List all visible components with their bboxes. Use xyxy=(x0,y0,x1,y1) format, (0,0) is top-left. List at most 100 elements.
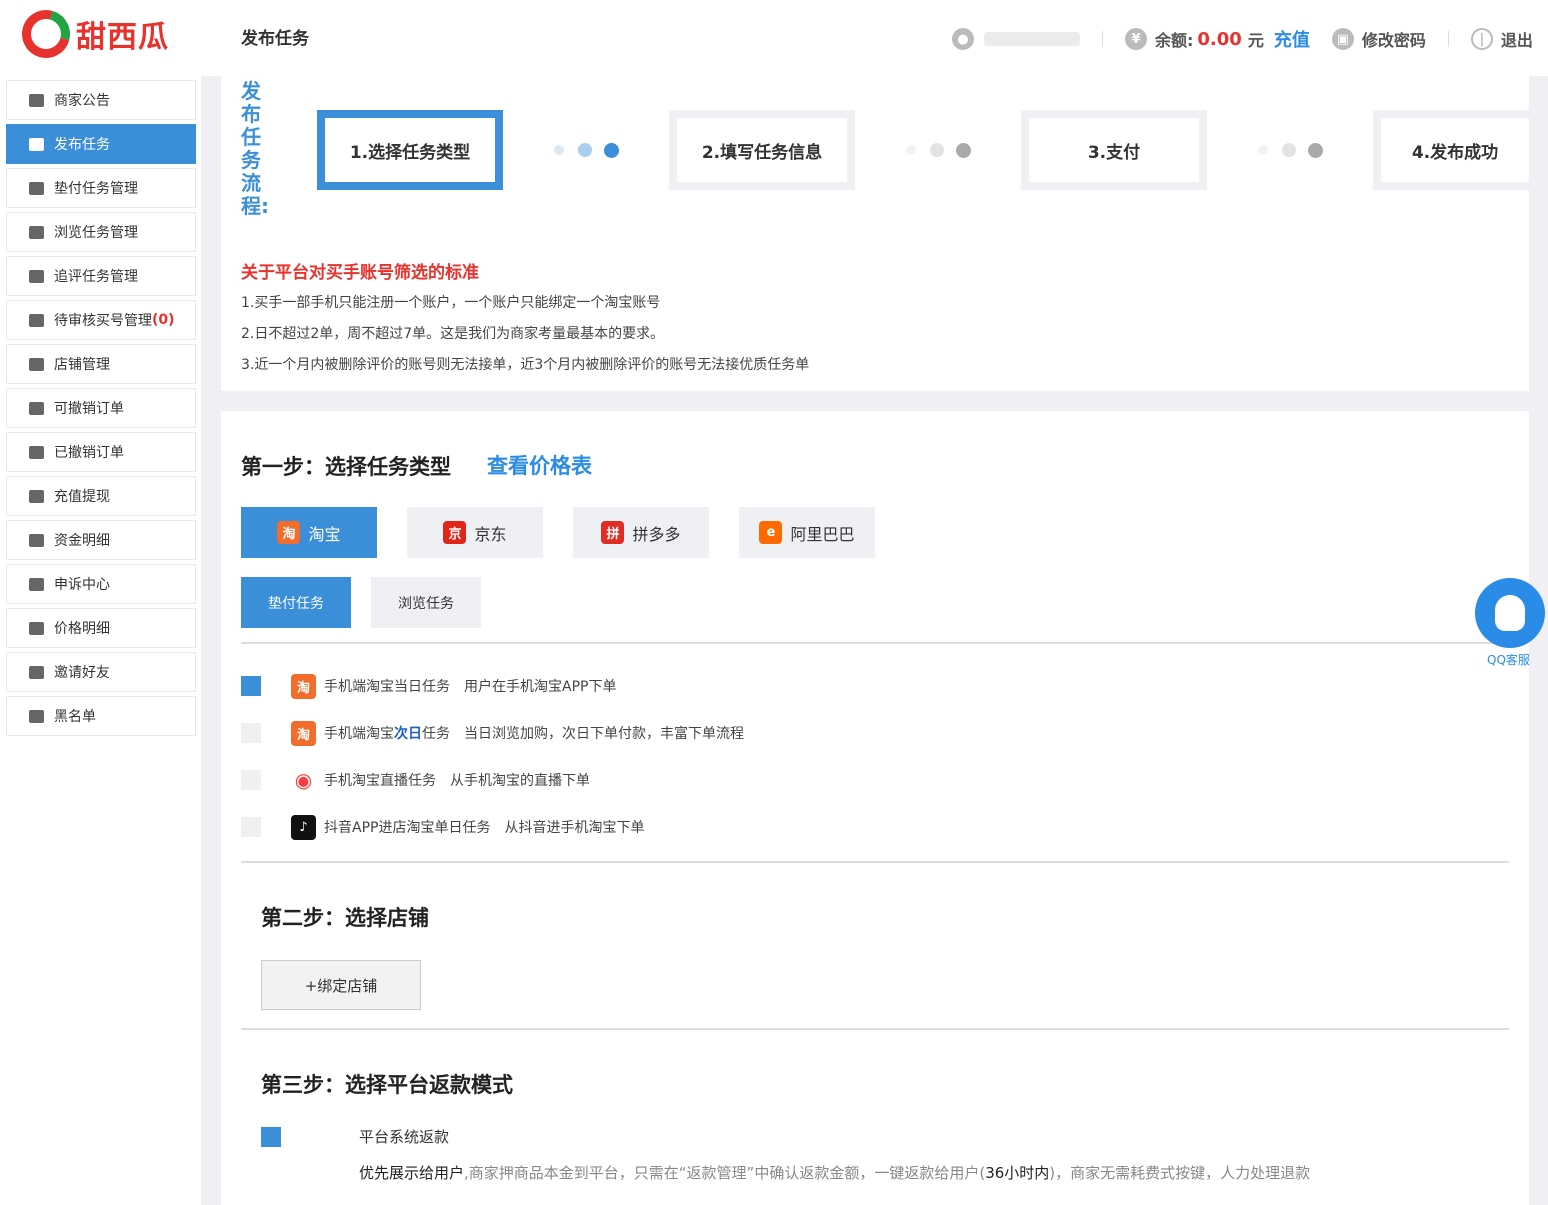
task-checkbox[interactable] xyxy=(241,723,261,743)
task-checkbox[interactable] xyxy=(241,770,261,790)
flow-step-1: 1.选择任务类型 xyxy=(317,110,503,190)
type-browse-button[interactable]: 浏览任务 xyxy=(371,577,481,628)
undo-icon xyxy=(29,401,44,415)
pending-count-badge: (0) xyxy=(152,312,175,328)
sidebar-item-label: 申诉中心 xyxy=(54,577,110,593)
flow-step-2: 2.填写任务信息 xyxy=(669,110,855,190)
platform-jd-button[interactable]: 京 京东 xyxy=(407,507,543,558)
type-advance-payment-button[interactable]: 垫付任务 xyxy=(241,577,351,628)
sidebar-item[interactable]: 垫付任务管理 xyxy=(6,168,196,208)
sidebar-item[interactable]: 资金明细 xyxy=(6,520,196,560)
sidebar-item-label: 价格明细 xyxy=(54,621,110,637)
platform-taobao-button[interactable]: 淘 淘宝 xyxy=(241,507,377,558)
change-password-link[interactable]: 修改密码 xyxy=(1362,27,1426,51)
shop-icon xyxy=(29,357,44,371)
task-option[interactable]: ♪ 抖音APP进店淘宝单日任务 从抖音进手机淘宝下单 xyxy=(241,814,644,840)
user-avatar-icon[interactable]: ● xyxy=(952,28,974,50)
power-icon: | xyxy=(1470,28,1493,50)
rule-item: 3.近一个月内被删除评价的账号则无法接单，近3个月内被删除评价的账号无法接优质任… xyxy=(241,357,810,373)
refund-mode-checkbox[interactable] xyxy=(261,1127,281,1147)
task-name-part: 任务 xyxy=(422,726,450,742)
sidebar-item-label: 店铺管理 xyxy=(54,357,110,373)
sidebar-item[interactable]: 黑名单 xyxy=(6,696,196,736)
task-option[interactable]: ◉ 手机淘宝直播任务 从手机淘宝的直播下单 xyxy=(241,767,590,793)
qq-service-button[interactable] xyxy=(1475,578,1545,648)
sidebar-item-label: 已撤销订单 xyxy=(54,445,124,461)
divider xyxy=(1102,31,1103,47)
sidebar-item[interactable]: 申诉中心 xyxy=(6,564,196,604)
logo[interactable]: 甜西瓜 xyxy=(13,1,169,67)
sidebar-item[interactable]: 充值提现 xyxy=(6,476,196,516)
sidebar-item[interactable]: 发布任务 xyxy=(6,124,196,164)
task-option[interactable]: 淘 手机端淘宝当日任务 用户在手机淘宝APP下单 xyxy=(241,673,616,699)
sidebar-item[interactable]: 可撤销订单 xyxy=(6,388,196,428)
divider xyxy=(241,1028,1509,1030)
sidebar-item-label: 黑名单 xyxy=(54,709,96,725)
sidebar-item-label: 可撤销订单 xyxy=(54,401,124,417)
sidebar: 商家公告 发布任务 垫付任务管理 浏览任务管理 追评任务管理 待审核买号管理 (0) 店铺管理… xyxy=(0,76,201,1205)
sidebar-item[interactable]: 浏览任务管理 xyxy=(6,212,196,252)
refund-desc-part: ,商家押商品本金到平台，只需在“返款管理”中确认返款金额，一键返款给用户( xyxy=(464,1164,986,1182)
task-checkbox[interactable] xyxy=(241,817,261,837)
taobao-icon: 淘 xyxy=(277,521,301,544)
sidebar-item[interactable]: 已撤销订单 xyxy=(6,432,196,472)
platform-label: 拼多多 xyxy=(632,524,681,544)
platform-alibaba-button[interactable]: e 阿里巴巴 xyxy=(739,507,875,558)
refund-desc-part: 36小时内 xyxy=(985,1164,1050,1182)
task-name: 抖音APP进店淘宝单日任务 xyxy=(324,820,491,836)
store-icon xyxy=(29,93,44,107)
step1-title: 第一步：选择任务类型 xyxy=(241,455,451,479)
qq-service-label[interactable]: QQ客服 xyxy=(1487,651,1530,668)
flow-dot xyxy=(956,143,971,158)
yen-icon xyxy=(29,621,44,635)
sidebar-item-label: 资金明细 xyxy=(54,533,110,549)
task-name-emphasis: 次日 xyxy=(394,726,422,742)
sidebar-item[interactable]: 待审核买号管理 (0) xyxy=(6,300,196,340)
page-title: 发布任务 xyxy=(241,29,309,49)
platform-pinduoduo-button[interactable]: 拼 拼多多 xyxy=(573,507,709,558)
balance-unit: 元 xyxy=(1247,31,1264,50)
step2-title: 第二步：选择店铺 xyxy=(261,906,429,930)
sidebar-item-label: 浏览任务管理 xyxy=(54,225,138,241)
sidebar-item-label: 发布任务 xyxy=(54,137,110,153)
task-name: 手机端淘宝次日任务 xyxy=(324,723,450,743)
sidebar-item[interactable]: 追评任务管理 xyxy=(6,256,196,296)
refund-mode-label: 平台系统返款 xyxy=(359,1128,450,1146)
flow-dot xyxy=(906,145,916,155)
price-table-link[interactable]: 查看价格表 xyxy=(487,450,592,480)
invite-icon xyxy=(29,665,44,679)
rule-item: 2.日不超过2单，周不超过7单。这是我们为商家考量最基本的要求。 xyxy=(241,326,665,342)
flow-dot xyxy=(1282,143,1296,157)
flow-dot xyxy=(604,143,619,158)
recharge-link[interactable]: 充值 xyxy=(1274,26,1310,52)
appeal-icon xyxy=(29,577,44,591)
wallet-icon xyxy=(29,533,44,547)
cancelled-icon xyxy=(29,445,44,459)
sidebar-item[interactable]: 邀请好友 xyxy=(6,652,196,692)
platform-label: 京东 xyxy=(474,524,507,544)
task-desc: 从手机淘宝的直播下单 xyxy=(450,773,590,789)
taobao-icon: 淘 xyxy=(291,720,316,746)
flow-dot xyxy=(1308,143,1323,158)
bind-store-button[interactable]: +绑定店铺 xyxy=(261,960,421,1010)
sidebar-item-label: 充值提现 xyxy=(54,489,110,505)
sidebar-item-label: 追评任务管理 xyxy=(54,269,138,285)
logout-link[interactable]: 退出 xyxy=(1501,27,1533,51)
sidebar-item[interactable]: 商家公告 xyxy=(6,80,196,120)
sidebar-item-label: 待审核买号管理 xyxy=(54,313,152,329)
task-name-part: 手机端淘宝 xyxy=(324,726,394,742)
divider xyxy=(241,861,1509,863)
jd-icon: 京 xyxy=(443,521,467,544)
task-option[interactable]: 淘 手机端淘宝次日任务 当日浏览加购，次日下单付款，丰富下单流程 xyxy=(241,720,744,746)
sidebar-item[interactable]: 价格明细 xyxy=(6,608,196,648)
yen-icon: ¥ xyxy=(1125,28,1147,50)
sidebar-item[interactable]: 店铺管理 xyxy=(6,344,196,384)
platform-label: 阿里巴巴 xyxy=(790,524,855,544)
logo-icon xyxy=(13,1,79,67)
flow-dot xyxy=(930,143,944,157)
task-checkbox[interactable] xyxy=(241,676,261,696)
live-stream-icon: ◉ xyxy=(291,767,316,793)
taobao-icon: 淘 xyxy=(291,673,316,699)
flow-step-3: 3.支付 xyxy=(1021,110,1207,190)
logo-text: 甜西瓜 xyxy=(76,20,169,55)
